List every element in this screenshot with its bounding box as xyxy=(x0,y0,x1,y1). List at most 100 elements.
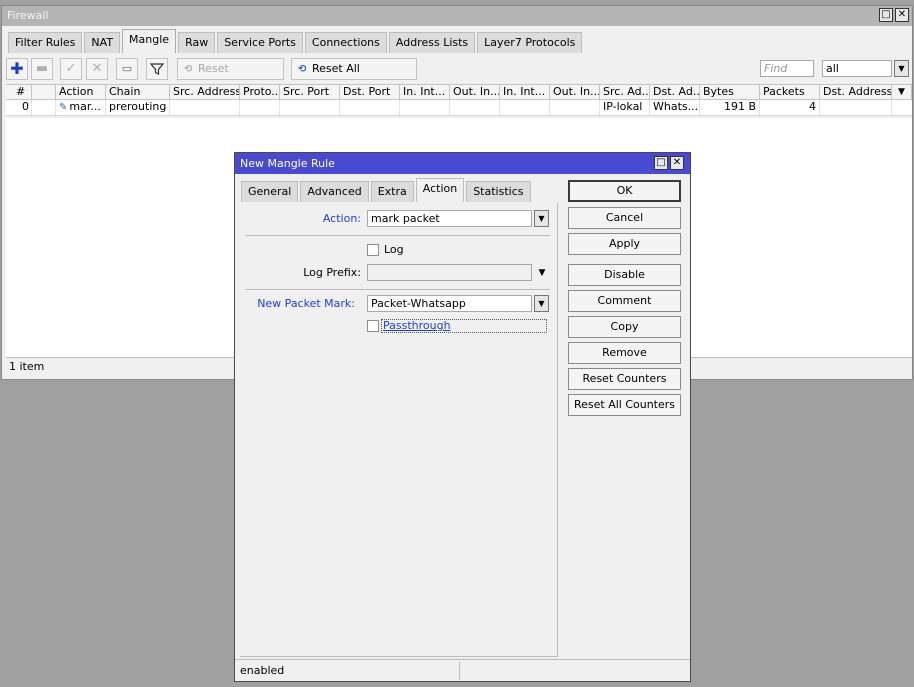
column-header[interactable]: Action xyxy=(56,85,106,100)
column-header[interactable]: Dst. Address xyxy=(820,85,892,100)
firewall-titlebar[interactable]: Firewall □ ✕ xyxy=(2,6,912,26)
cell-dst-address xyxy=(820,100,892,115)
chevron-down-icon[interactable]: ▼ xyxy=(892,85,912,100)
chevron-down-icon[interactable]: ▼ xyxy=(534,295,549,312)
column-header[interactable]: Dst. Ad... xyxy=(650,85,700,100)
tab-general[interactable]: General xyxy=(241,181,299,202)
filter-select[interactable]: all xyxy=(822,60,892,77)
action-select[interactable]: mark packet xyxy=(367,210,532,227)
tab-advanced[interactable]: Advanced xyxy=(300,181,369,202)
chevron-down-icon[interactable]: ▼ xyxy=(894,60,909,77)
dialog-tabs: General Advanced Extra Action Statistics xyxy=(241,178,533,202)
cell-src-port xyxy=(280,100,340,115)
tab-action[interactable]: Action xyxy=(415,178,465,202)
cell-in-int-list xyxy=(500,100,550,115)
reset-counters-button[interactable]: Reset Counters xyxy=(568,368,681,390)
reset-counters-button[interactable]: ⟲Reset Counters xyxy=(177,58,284,96)
maximize-icon[interactable]: □ xyxy=(879,8,893,22)
dialog-titlebar[interactable]: New Mangle Rule □ ✕ xyxy=(235,153,690,174)
remove-button[interactable]: Remove xyxy=(568,342,681,364)
status-text: enabled xyxy=(237,662,460,680)
column-header[interactable]: Out. In... xyxy=(450,85,500,100)
reset-icon: ⟲ xyxy=(184,64,193,75)
maximize-icon[interactable]: □ xyxy=(654,156,668,170)
column-header[interactable] xyxy=(32,85,56,100)
separator xyxy=(245,235,550,236)
firewall-toolbar: ✚ ▬ ✓ ✕ ▭ ⟲Reset Counters ⟲Reset All Cou… xyxy=(6,58,912,96)
comment-button[interactable]: Comment xyxy=(568,290,681,312)
action-panel: Action: mark packet ▼ Log Log Prefix: ▼ … xyxy=(240,203,558,657)
cell-bytes: 191 B xyxy=(700,100,760,115)
copy-button[interactable]: Copy xyxy=(568,316,681,338)
disable-button[interactable]: ✕ xyxy=(86,58,108,80)
new-packet-mark-input[interactable]: Packet-Whatsapp xyxy=(367,295,532,312)
column-header[interactable]: # xyxy=(6,85,32,100)
column-header[interactable]: Packets xyxy=(760,85,820,100)
cell-action: ✎ mar... xyxy=(56,100,106,115)
column-header[interactable]: Chain xyxy=(106,85,170,100)
log-checkbox[interactable] xyxy=(367,244,379,256)
comment-button[interactable]: ▭ xyxy=(116,58,138,80)
column-header[interactable]: In. Int... xyxy=(500,85,550,100)
table-header: # Action Chain Src. Address Proto... Src… xyxy=(6,84,912,100)
note-icon: ▭ xyxy=(121,62,133,75)
table-row[interactable]: 0 ✎ mar... prerouting IP-lokal Whats... 1… xyxy=(6,100,912,116)
remove-button[interactable]: ▬ xyxy=(31,58,53,80)
cell-out-int-list xyxy=(550,100,600,115)
window-title: Firewall xyxy=(7,9,49,22)
cell-src-address xyxy=(170,100,240,115)
disable-button[interactable]: Disable xyxy=(568,264,681,286)
apply-button[interactable]: Apply xyxy=(568,233,681,255)
cell-src-address-list: IP-lokal xyxy=(600,100,650,115)
dialog-title: New Mangle Rule xyxy=(240,157,335,170)
cancel-button[interactable]: Cancel xyxy=(568,207,681,229)
cell-packets: 4 xyxy=(760,100,820,115)
x-icon: ✕ xyxy=(91,61,103,76)
log-prefix-input[interactable] xyxy=(367,264,532,281)
passthrough-checkbox[interactable] xyxy=(367,320,379,332)
close-icon[interactable]: ✕ xyxy=(670,156,684,170)
column-header[interactable]: Src. Port xyxy=(280,85,340,100)
add-button[interactable]: ✚ xyxy=(6,58,28,80)
tab-address-lists[interactable]: Address Lists xyxy=(388,32,476,53)
cell-dst-address-list: Whats... xyxy=(650,100,700,115)
close-icon[interactable]: ✕ xyxy=(895,8,909,22)
cell-action-text: mar... xyxy=(69,100,101,113)
tab-service-ports[interactable]: Service Ports xyxy=(217,32,303,53)
column-header[interactable]: Bytes xyxy=(700,85,760,100)
plus-icon: ✚ xyxy=(10,59,24,78)
cell-in-int xyxy=(400,100,450,115)
tab-layer7-protocols[interactable]: Layer7 Protocols xyxy=(477,32,583,53)
reset-all-counters-button[interactable]: ⟲Reset All Counters xyxy=(291,58,417,96)
passthrough-label[interactable]: Passthrough xyxy=(383,319,451,332)
cell-flag xyxy=(32,100,56,115)
column-header[interactable]: Proto... xyxy=(240,85,280,100)
new-packet-mark-label: New Packet Mark: xyxy=(257,297,355,310)
funnel-icon xyxy=(149,63,165,75)
column-header[interactable]: Src. Address xyxy=(170,85,240,100)
column-header[interactable]: In. Int... xyxy=(400,85,450,100)
chevron-down-icon[interactable]: ▼ xyxy=(536,267,548,279)
check-icon: ✓ xyxy=(65,61,77,76)
tab-nat[interactable]: NAT xyxy=(84,32,121,53)
separator xyxy=(245,289,550,290)
filter-button[interactable] xyxy=(146,58,168,80)
tab-connections[interactable]: Connections xyxy=(304,32,387,53)
ok-button[interactable]: OK xyxy=(568,180,681,202)
tab-statistics[interactable]: Statistics xyxy=(466,181,531,202)
column-header[interactable]: Out. In... xyxy=(550,85,600,100)
reset-all-counters-button[interactable]: Reset All Counters xyxy=(568,394,681,416)
rules-table: # Action Chain Src. Address Proto... Src… xyxy=(6,84,912,116)
tab-extra[interactable]: Extra xyxy=(370,181,414,202)
pencil-icon: ✎ xyxy=(59,102,68,113)
column-header[interactable]: Src. Ad... xyxy=(600,85,650,100)
tab-raw[interactable]: Raw xyxy=(178,32,216,53)
tab-mangle[interactable]: Mangle xyxy=(122,29,177,53)
tab-filter-rules[interactable]: Filter Rules xyxy=(8,32,83,53)
cell-dst-port xyxy=(340,100,400,115)
chevron-down-icon[interactable]: ▼ xyxy=(534,210,549,227)
enable-button[interactable]: ✓ xyxy=(60,58,82,80)
find-input[interactable]: Find xyxy=(760,60,814,77)
cell-chain: prerouting xyxy=(106,100,170,115)
column-header[interactable]: Dst. Port xyxy=(340,85,400,100)
